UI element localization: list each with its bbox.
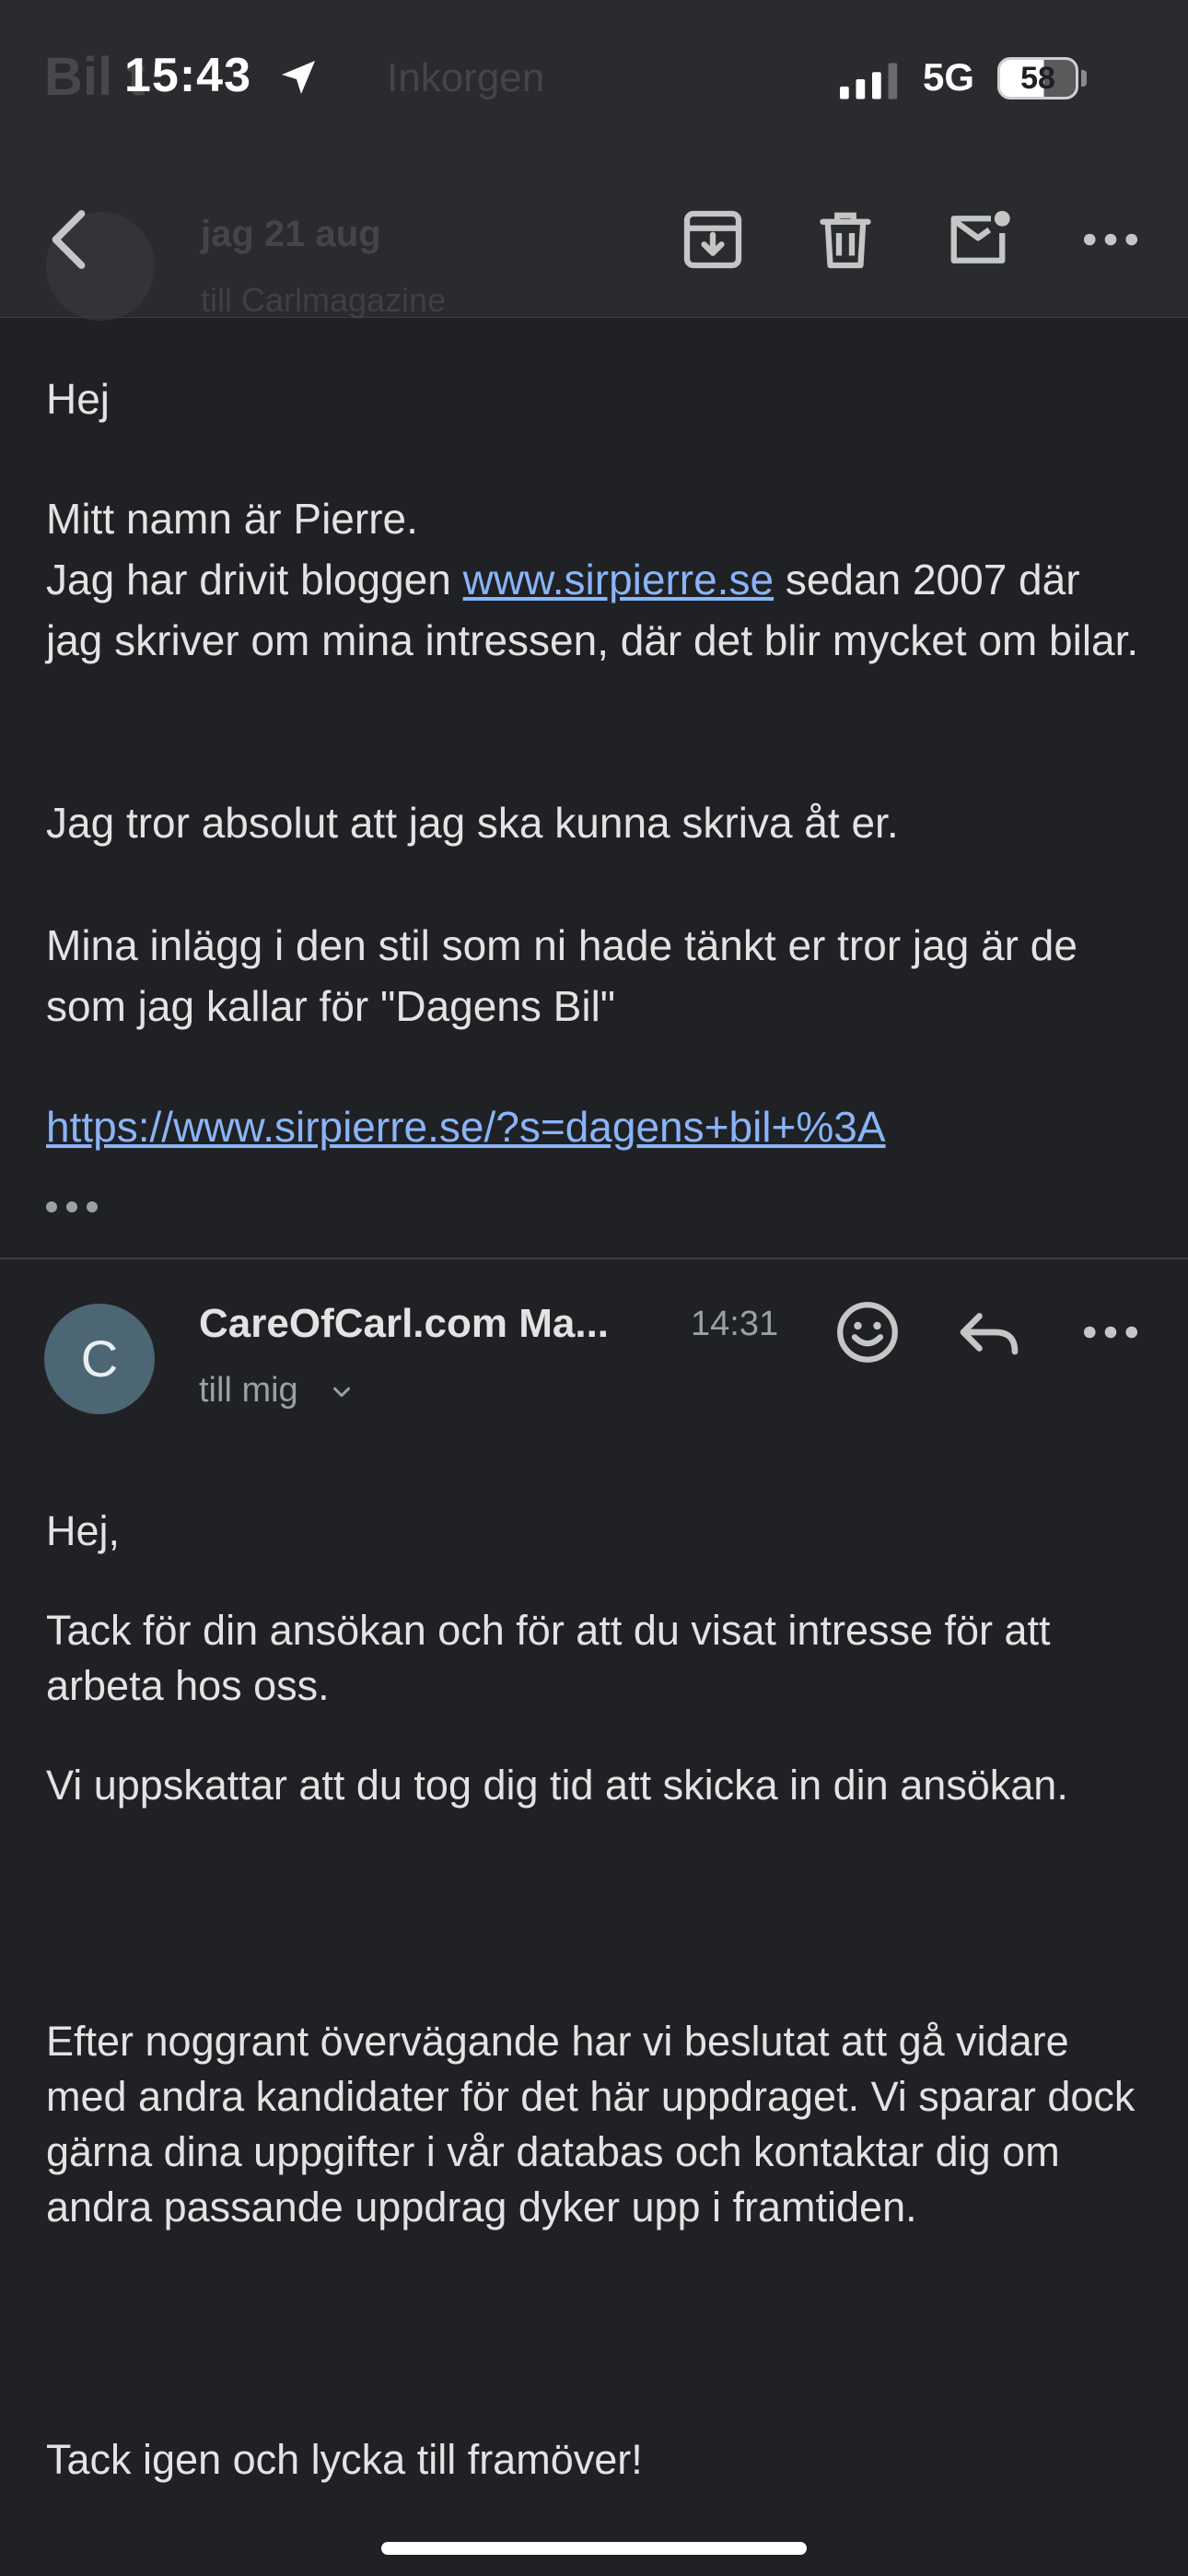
recipient-details[interactable]: till mig [199, 1371, 298, 1411]
dagens-bil-link[interactable]: https://www.sirpierre.se/?s=dagens+bil+%… [46, 1103, 886, 1151]
message1-paragraph-2: Jag tror absolut att jag ska kunna skriv… [46, 799, 899, 847]
message2-greeting: Hej, [46, 1507, 121, 1554]
mark-unread-icon[interactable] [939, 201, 1017, 278]
message-divider [0, 1258, 1188, 1259]
message2-paragraph-4: Tack igen och lycka till framöver! [46, 2436, 643, 2483]
recipient-faded: till Carlmagazine [201, 281, 447, 319]
sender-name[interactable]: CareOfCarl.com Ma... [199, 1301, 609, 1347]
message1-blog-prefix: Jag har drivit bloggen [46, 556, 463, 603]
sender-avatar[interactable]: C [44, 1304, 155, 1414]
message1-greeting: Hej [46, 375, 111, 423]
archive-icon[interactable] [674, 201, 751, 278]
message2-paragraph-3: Efter noggrant övervägande har vi beslut… [46, 2018, 1147, 2231]
back-icon[interactable] [33, 201, 111, 278]
trash-icon[interactable] [807, 201, 884, 278]
more-options-icon[interactable] [1072, 201, 1149, 278]
home-indicator[interactable] [381, 2542, 807, 2555]
message1-intro: Mitt namn är Pierre. [46, 495, 418, 543]
message-more-options-icon[interactable] [1072, 1294, 1149, 1371]
message2-paragraph-2: Vi uppskattar att du tog dig tid att ski… [46, 1762, 1068, 1809]
location-arrow-icon [282, 61, 315, 94]
network-type: 5G [923, 55, 975, 99]
inbox-label-faded: Inkorgen [387, 55, 545, 100]
show-trimmed-content-icon[interactable] [44, 1188, 99, 1225]
app-header: Bil t Inkorgen jag 21 aug till Carlmagaz… [0, 0, 1188, 321]
message1-intro-paragraph: Mitt namn är Pierre. Jag har drivit blog… [46, 488, 1142, 671]
message1-link-line: https://www.sirpierre.se/?s=dagens+bil+%… [46, 1096, 1142, 1157]
blog-link[interactable]: www.sirpierre.se [463, 556, 774, 603]
message2-paragraph-1: Tack för din ansökan och för att du visa… [46, 1607, 1063, 1709]
status-time: 15:43 [124, 49, 251, 102]
cellular-signal-icon [840, 63, 898, 100]
reply-icon[interactable] [950, 1294, 1028, 1371]
message1-paragraph-3: Mina inlägg i den stil som ni hade tänkt… [46, 921, 1089, 1030]
sender-faded: jag 21 aug [201, 214, 381, 254]
battery-tip [1081, 70, 1087, 87]
chevron-down-icon[interactable] [328, 1378, 355, 1406]
message-time: 14:31 [691, 1305, 779, 1343]
add-reaction-icon[interactable] [829, 1294, 906, 1371]
battery-indicator: 58 [997, 57, 1078, 100]
